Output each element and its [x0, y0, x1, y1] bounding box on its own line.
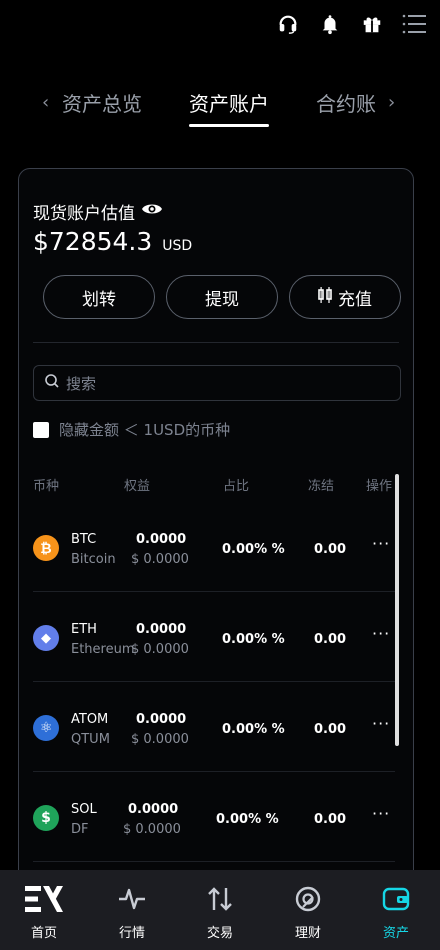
nav-label-finance: 理财 — [294, 926, 321, 941]
menu-icon[interactable] — [402, 12, 426, 36]
headset-icon[interactable] — [276, 12, 300, 36]
asset-name: Ethereum — [71, 642, 135, 657]
nav-label-home: 首页 — [30, 926, 57, 941]
account-tabs: ‹ 资产总览 资产账户 合约账 › — [0, 86, 440, 127]
column-header-equity: 权益 — [124, 479, 151, 494]
divider — [33, 342, 399, 343]
search-icon — [44, 373, 60, 393]
account-amount: $72854.3 — [33, 227, 153, 256]
asset-symbol: ETH — [71, 622, 97, 637]
bottom-navigation: 首页 行情 交易 理财 资产 — [0, 870, 440, 950]
chevron-left-icon[interactable]: ‹ — [42, 92, 49, 113]
asset-ratio: 0.00% % — [222, 632, 285, 647]
column-header-frozen: 冻结 — [308, 479, 335, 494]
nav-item-finance[interactable]: 理财 — [264, 870, 352, 950]
hide-small-checkbox[interactable] — [33, 421, 49, 438]
more-options-icon[interactable]: ··· — [372, 714, 390, 733]
more-options-icon[interactable]: ··· — [372, 534, 390, 553]
more-options-icon[interactable]: ··· — [372, 804, 390, 823]
atom-icon: ⚛ — [33, 715, 59, 741]
asset-equity-usd: $ 0.0000 — [131, 642, 189, 657]
ethereum-icon: ◆ — [33, 625, 59, 651]
asset-equity-usd: $ 0.0000 — [123, 822, 181, 837]
more-options-icon[interactable]: ··· — [372, 624, 390, 643]
nav-item-trade[interactable]: 交易 — [176, 870, 264, 950]
top-toolbar — [276, 12, 426, 36]
column-header-ratio: 占比 — [223, 479, 250, 494]
asset-ratio: 0.00% % — [222, 542, 285, 557]
trade-arrows-icon — [206, 886, 234, 916]
account-currency: USD — [162, 238, 193, 254]
withdraw-button[interactable]: 提现 — [166, 275, 278, 319]
hide-small-balances: 隐藏金额 ＜ 1USD的币种 — [33, 419, 230, 440]
nav-item-assets[interactable]: 资产 — [352, 870, 440, 950]
column-header-coin: 币种 — [33, 479, 60, 494]
asset-name: Bitcoin — [71, 552, 116, 567]
chevron-right-icon[interactable]: › — [388, 92, 395, 113]
asset-equity: 0.0000 — [136, 622, 187, 637]
table-row[interactable]: $ SOL DF 0.0000 $ 0.0000 0.00% % 0.00 ··… — [19, 772, 413, 862]
account-label-text: 现货账户估值 — [33, 204, 135, 224]
asset-frozen: 0.00 — [314, 632, 347, 647]
eye-icon[interactable] — [141, 201, 163, 222]
asset-frozen: 0.00 — [314, 812, 347, 827]
tab-contract-account[interactable]: 合约账 — [316, 88, 376, 117]
hide-small-label: 隐藏金额 ＜ 1USD的币种 — [59, 421, 231, 439]
asset-equity: 0.0000 — [128, 802, 179, 817]
finance-icon — [294, 886, 322, 916]
table-row[interactable]: ◆ ETH Ethereum 0.0000 $ 0.0000 0.00% % 0… — [19, 592, 413, 682]
asset-equity: 0.0000 — [136, 712, 187, 727]
asset-ratio: 0.00% % — [216, 812, 279, 827]
bell-icon[interactable] — [318, 12, 342, 36]
account-value: $72854.3 USD — [33, 227, 192, 256]
asset-equity-usd: $ 0.0000 — [131, 552, 189, 567]
bitcoin-icon: ₿ — [33, 535, 59, 561]
table-row[interactable]: ⚛ ATOM QTUM 0.0000 $ 0.0000 0.00% % 0.00… — [19, 682, 413, 772]
tab-asset-account[interactable]: 资产账户 — [189, 88, 269, 127]
row-divider — [33, 861, 395, 862]
withdraw-label: 提现 — [205, 289, 239, 309]
spot-account-card: 现货账户估值 $72854.3 USD 划转 提现 充值 搜索 隐藏金额 ＜ 1… — [18, 168, 414, 908]
column-header-action: 操作 — [366, 479, 393, 494]
asset-frozen: 0.00 — [314, 542, 347, 557]
asset-equity-usd: $ 0.0000 — [131, 732, 189, 747]
transfer-button[interactable]: 划转 — [43, 275, 155, 319]
wallet-icon — [382, 886, 410, 916]
nav-item-market[interactable]: 行情 — [88, 870, 176, 950]
asset-symbol: ATOM — [71, 712, 109, 727]
asset-frozen: 0.00 — [314, 722, 347, 737]
nav-label-assets: 资产 — [382, 926, 409, 941]
table-row[interactable]: ₿ BTC Bitcoin 0.0000 $ 0.0000 0.00% % 0.… — [19, 502, 413, 592]
asset-equity: 0.0000 — [136, 532, 187, 547]
asset-symbol: SOL — [71, 802, 97, 817]
deposit-icon — [318, 286, 332, 308]
search-placeholder: 搜索 — [66, 374, 97, 393]
market-pulse-icon — [118, 886, 146, 916]
deposit-button[interactable]: 充值 — [289, 275, 401, 319]
nav-label-market: 行情 — [118, 926, 145, 941]
dollar-coin-icon: $ — [33, 805, 59, 831]
gift-icon[interactable] — [360, 12, 384, 36]
tab-asset-overview[interactable]: 资产总览 — [62, 88, 142, 117]
asset-ratio: 0.00% % — [222, 722, 285, 737]
transfer-label: 划转 — [82, 289, 116, 309]
home-logo-icon — [25, 886, 63, 916]
asset-symbol: BTC — [71, 532, 97, 547]
deposit-label: 充值 — [338, 289, 372, 309]
account-estimate-label: 现货账户估值 — [33, 199, 163, 224]
asset-name: QTUM — [71, 732, 110, 747]
search-input[interactable]: 搜索 — [33, 365, 401, 401]
nav-label-trade: 交易 — [206, 926, 233, 941]
asset-name: DF — [71, 822, 89, 837]
nav-item-home[interactable]: 首页 — [0, 870, 88, 950]
